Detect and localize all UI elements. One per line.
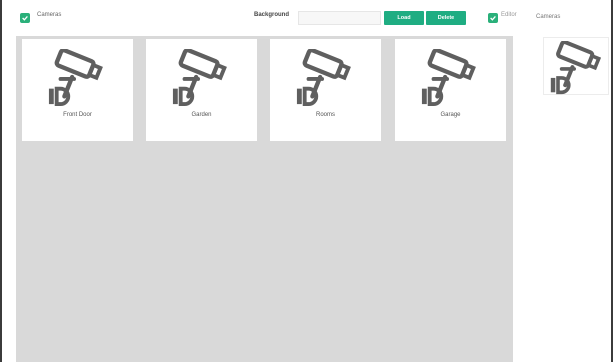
security-camera-icon [549,41,603,95]
camera-tile-label: Rooms [315,112,335,118]
toolbar: Cameras Background Load Delete Editor [2,0,528,36]
camera-tile-garage[interactable]: Garage [395,39,506,141]
background-input[interactable] [298,11,381,25]
camera-tile-garden[interactable]: Garden [146,39,257,141]
background-label: Background [254,12,290,18]
sidebar-title: Cameras [536,14,561,20]
editor-checkbox-label: Editor [501,12,517,18]
delete-button[interactable]: Delete [426,11,466,25]
camera-tile-label: Garden [191,112,212,118]
cameras-checkbox-label: Cameras [37,12,62,18]
window-frame-left [0,0,2,362]
security-camera-icon [171,49,229,107]
camera-tile-rooms[interactable]: Rooms [270,39,381,141]
load-button[interactable]: Load [384,11,424,25]
security-camera-icon [420,49,478,107]
sidebar-camera-item[interactable] [543,37,609,95]
security-camera-icon [47,49,105,107]
editor-checkbox[interactable] [488,13,498,23]
camera-tile-label: Garage [440,112,461,118]
dashboard-canvas[interactable]: Front Door Garden Rooms Garage [16,36,513,362]
cameras-sidebar: Cameras [528,0,611,362]
camera-tile-label: Front Door [63,112,92,118]
security-camera-icon [295,49,353,107]
camera-tile-front-door[interactable]: Front Door [22,39,133,141]
cameras-checkbox[interactable] [20,13,30,23]
